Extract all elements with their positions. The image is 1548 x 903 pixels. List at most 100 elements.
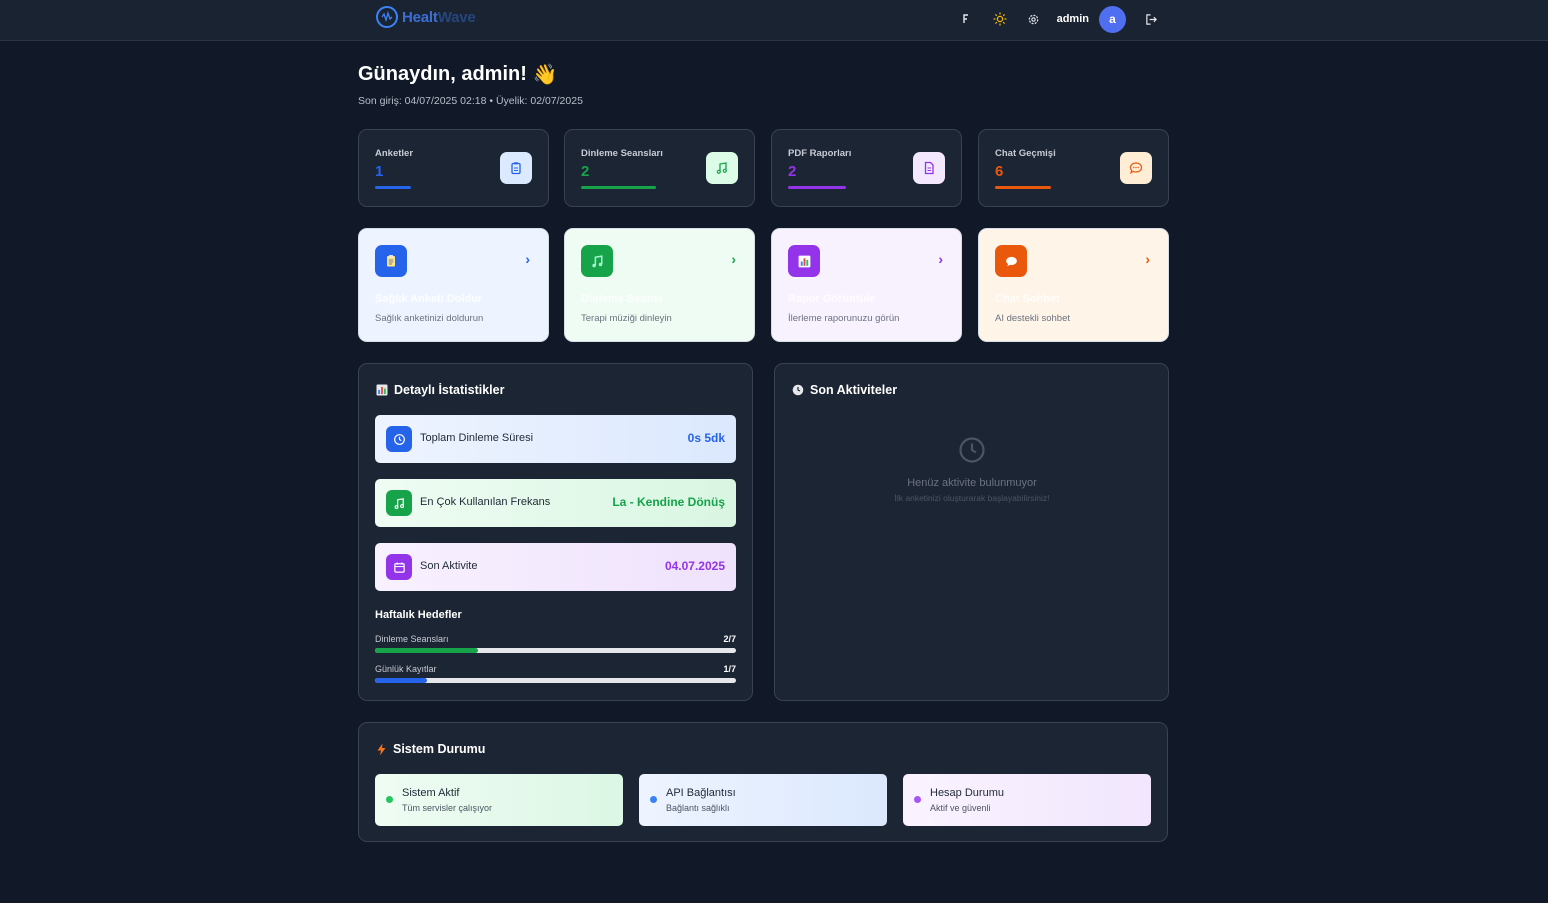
chat-bubble-icon [1120, 152, 1152, 184]
metric-value: La - Kendine Dönüş [612, 495, 725, 509]
metric-total-listening: Toplam Dinleme Süresi 0s 5dk [375, 415, 736, 463]
history-clock-icon [792, 384, 804, 396]
page-title: Günaydın, admin! 👋 [358, 63, 558, 86]
gear-icon[interactable] [1021, 6, 1047, 32]
stat-value: 2 [581, 163, 590, 180]
top-navbar: HealtWave admin a [0, 0, 1548, 41]
wave-emoji-icon: 👋 [532, 64, 558, 86]
status-title: Hesap Durumu [930, 787, 1004, 799]
stat-card-sessions: Dinleme Seansları 2 [564, 129, 755, 207]
metric-label: En Çok Kullanılan Frekans [420, 496, 551, 508]
stat-underline [995, 186, 1051, 189]
stat-label: Dinleme Seansları [581, 148, 663, 159]
bar-chart-icon [788, 245, 820, 277]
action-title: Chat Sohbet [995, 293, 1060, 305]
app-logo[interactable]: HealtWave [376, 6, 476, 28]
status-title: Sistem Aktif [402, 787, 460, 799]
action-title: Sağlık Anketi Doldur [375, 293, 483, 305]
panel-title: Sistem Durumu [376, 742, 485, 756]
metric-last-activity: Son Aktivite 04.07.2025 [375, 543, 736, 591]
status-dot [914, 796, 921, 803]
music-notes-icon [581, 245, 613, 277]
status-description: Bağlantı sağlıklı [666, 803, 730, 813]
chevron-right-icon: › [525, 251, 530, 267]
detailed-stats-panel: Detaylı İstatistikler Toplam Dinleme Sür… [358, 363, 753, 701]
status-system-active: Sistem Aktif Tüm servisler çalışıyor [375, 774, 623, 826]
chevron-right-icon: › [731, 251, 736, 267]
metric-label: Son Aktivite [420, 560, 478, 572]
status-description: Aktif ve güvenli [930, 803, 991, 813]
action-description: Terapi müziği dinleyin [581, 313, 672, 324]
action-description: AI destekli sohbet [995, 313, 1070, 324]
action-description: Sağlık anketinizi doldurun [375, 313, 484, 324]
goal-progress-track [375, 678, 736, 683]
header-actions: admin a [945, 5, 1164, 33]
music-note-icon [386, 490, 412, 516]
stat-underline [581, 186, 656, 189]
action-card-survey[interactable]: › Sağlık Anketi Doldur Sağlık anketinizi… [358, 228, 549, 342]
goal-value: 2/7 [723, 634, 736, 644]
action-card-report[interactable]: › Rapor Görüntüle İlerleme raporunuzu gö… [771, 228, 962, 342]
status-api-connection: API Bağlantısı Bağlantı sağlıklı [639, 774, 887, 826]
action-card-listening[interactable]: › Dinleme Seansı Terapi müziği dinleyin [564, 228, 755, 342]
panel-title: Detaylı İstatistikler [376, 383, 504, 397]
status-dot [650, 796, 657, 803]
language-toggle-icon[interactable] [953, 6, 979, 32]
status-description: Tüm servisler çalışıyor [402, 803, 493, 813]
stat-value: 1 [375, 163, 384, 180]
goal-value: 1/7 [723, 664, 736, 674]
stat-underline [788, 186, 846, 189]
greeting-section: Günaydın, admin! 👋 Son giriş: 04/07/2025 … [358, 62, 583, 107]
chevron-right-icon: › [1145, 251, 1150, 267]
goal-progress-fill [375, 678, 427, 683]
speech-bubble-icon [995, 245, 1027, 277]
logout-icon[interactable] [1138, 6, 1164, 32]
avatar[interactable]: a [1099, 5, 1126, 33]
status-account: Hesap Durumu Aktif ve güvenli [903, 774, 1151, 826]
goal-daily-records: Günlük Kayıtlar 1/7 [375, 664, 736, 683]
status-dot [386, 796, 393, 803]
empty-state-description: İlk anketinizi oluşturarak başlayabilirs… [894, 493, 1050, 503]
stat-label: PDF Raporları [788, 148, 852, 159]
action-description: İlerleme raporunuzu görün [788, 313, 900, 324]
weekly-goals-title: Haftalık Hedefler [375, 609, 462, 621]
stat-card-chat-history: Chat Geçmişi 6 [978, 129, 1169, 207]
stat-value: 6 [995, 163, 1004, 180]
recent-activities-panel: Son Aktiviteler Henüz aktivite bulunmuyo… [774, 363, 1169, 701]
action-card-chat[interactable]: › Chat Sohbet AI destekli sohbet [978, 228, 1169, 342]
stat-label: Anketler [375, 148, 414, 159]
stat-value: 2 [788, 163, 797, 180]
stat-label: Chat Geçmişi [995, 148, 1056, 159]
sun-icon[interactable] [987, 6, 1013, 32]
goal-progress-track [375, 648, 736, 653]
goal-progress-fill [375, 648, 479, 653]
app-name: HealtWave [402, 8, 476, 26]
empty-state: Henüz aktivite bulunmuyor İlk anketinizi… [775, 436, 1169, 503]
clock-icon [959, 437, 985, 463]
metric-value: 0s 5dk [687, 431, 725, 445]
lightning-icon [377, 743, 386, 755]
clipboard-icon [375, 245, 407, 277]
metric-top-frequency: En Çok Kullanılan Frekans La - Kendine D… [375, 479, 736, 527]
stat-underline [375, 186, 411, 189]
stat-card-pdf-reports: PDF Raporları 2 [771, 129, 962, 207]
stat-card-surveys: Anketler 1 [358, 129, 549, 207]
header-username[interactable]: admin [1057, 13, 1089, 25]
clock-icon [386, 426, 412, 452]
empty-state-title: Henüz aktivite bulunmuyor [907, 477, 1037, 489]
clipboard-icon [500, 152, 532, 184]
action-title: Dinleme Seansı [581, 293, 663, 305]
goal-label: Günlük Kayıtlar [375, 664, 437, 674]
system-status-panel: Sistem Durumu Sistem Aktif Tüm servisler… [358, 722, 1168, 842]
wave-logo-icon [376, 6, 398, 28]
metric-value: 04.07.2025 [664, 559, 725, 573]
panel-title: Son Aktiviteler [792, 383, 897, 397]
metric-label: Toplam Dinleme Süresi [420, 432, 534, 444]
status-title: API Bağlantısı [666, 787, 736, 799]
chevron-right-icon: › [938, 251, 943, 267]
chart-icon [376, 384, 388, 396]
action-title: Rapor Görüntüle [788, 293, 876, 305]
goal-listening-sessions: Dinleme Seansları 2/7 [375, 634, 736, 653]
document-icon [913, 152, 945, 184]
goal-label: Dinleme Seansları [375, 634, 449, 644]
